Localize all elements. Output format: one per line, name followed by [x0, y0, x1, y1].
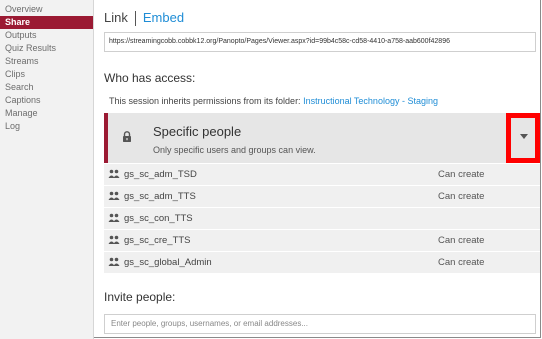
- group-permission[interactable]: Can create: [438, 169, 484, 180]
- invite-people-heading: Invite people:: [104, 290, 176, 304]
- group-row: gs_sc_con_TTS: [104, 208, 540, 229]
- sidebar-item-outputs[interactable]: Outputs: [0, 29, 93, 42]
- access-level-description: Only specific users and groups can view.: [153, 145, 316, 155]
- group-icon: [108, 257, 120, 266]
- sidebar-item-clips[interactable]: Clips: [0, 68, 93, 81]
- group-row: gs_sc_adm_TSD Can create: [104, 164, 540, 185]
- group-name: gs_sc_cre_TTS: [124, 235, 191, 246]
- sidebar-item-overview[interactable]: Overview: [0, 3, 93, 16]
- tab-divider: [134, 11, 136, 27]
- group-name: gs_sc_global_Admin: [124, 257, 212, 268]
- sidebar-item-share[interactable]: Share: [0, 16, 93, 29]
- group-icon: [108, 191, 120, 200]
- group-permission[interactable]: Can create: [438, 235, 484, 246]
- caret-down-icon: [520, 134, 528, 139]
- tab-embed[interactable]: Embed: [143, 10, 184, 25]
- access-level-selector[interactable]: Specific people Only specific users and …: [104, 113, 540, 163]
- group-name: gs_sc_adm_TTS: [124, 191, 196, 202]
- lock-icon: [123, 131, 131, 142]
- group-permission[interactable]: Can create: [438, 191, 484, 202]
- access-dropdown-button[interactable]: [506, 113, 540, 163]
- group-permission[interactable]: Can create: [438, 257, 484, 268]
- group-row: gs_sc_adm_TTS Can create: [104, 186, 540, 207]
- share-tabs: Link Embed: [104, 10, 184, 27]
- group-name: gs_sc_con_TTS: [124, 213, 193, 224]
- sidebar-item-log[interactable]: Log: [0, 120, 93, 133]
- group-row: gs_sc_cre_TTS Can create: [104, 230, 540, 251]
- sidebar-item-quiz-results[interactable]: Quiz Results: [0, 42, 93, 55]
- sidebar: Overview Share Outputs Quiz Results Stre…: [0, 0, 94, 339]
- who-has-access-heading: Who has access:: [104, 71, 196, 85]
- group-name: gs_sc_adm_TSD: [124, 169, 197, 180]
- link-url-field[interactable]: https://streamingcobb.cobbk12.org/Panopt…: [104, 32, 536, 52]
- tab-link[interactable]: Link: [104, 10, 128, 25]
- group-row: gs_sc_global_Admin Can create: [104, 252, 540, 273]
- group-icon: [108, 235, 120, 244]
- sidebar-item-manage[interactable]: Manage: [0, 107, 93, 120]
- inherit-notice: This session inherits permissions from i…: [109, 96, 438, 106]
- invite-input[interactable]: Enter people, groups, usernames, or emai…: [104, 314, 536, 334]
- inherit-text: This session inherits permissions from i…: [109, 96, 304, 106]
- group-list: gs_sc_adm_TSD Can create gs_sc_adm_TTS C…: [104, 164, 540, 274]
- sidebar-item-captions[interactable]: Captions: [0, 94, 93, 107]
- group-icon: [108, 213, 120, 222]
- group-icon: [108, 169, 120, 178]
- folder-link[interactable]: Instructional Technology - Staging: [303, 96, 438, 106]
- access-level-title: Specific people: [153, 124, 242, 139]
- sidebar-item-search[interactable]: Search: [0, 81, 93, 94]
- sidebar-item-streams[interactable]: Streams: [0, 55, 93, 68]
